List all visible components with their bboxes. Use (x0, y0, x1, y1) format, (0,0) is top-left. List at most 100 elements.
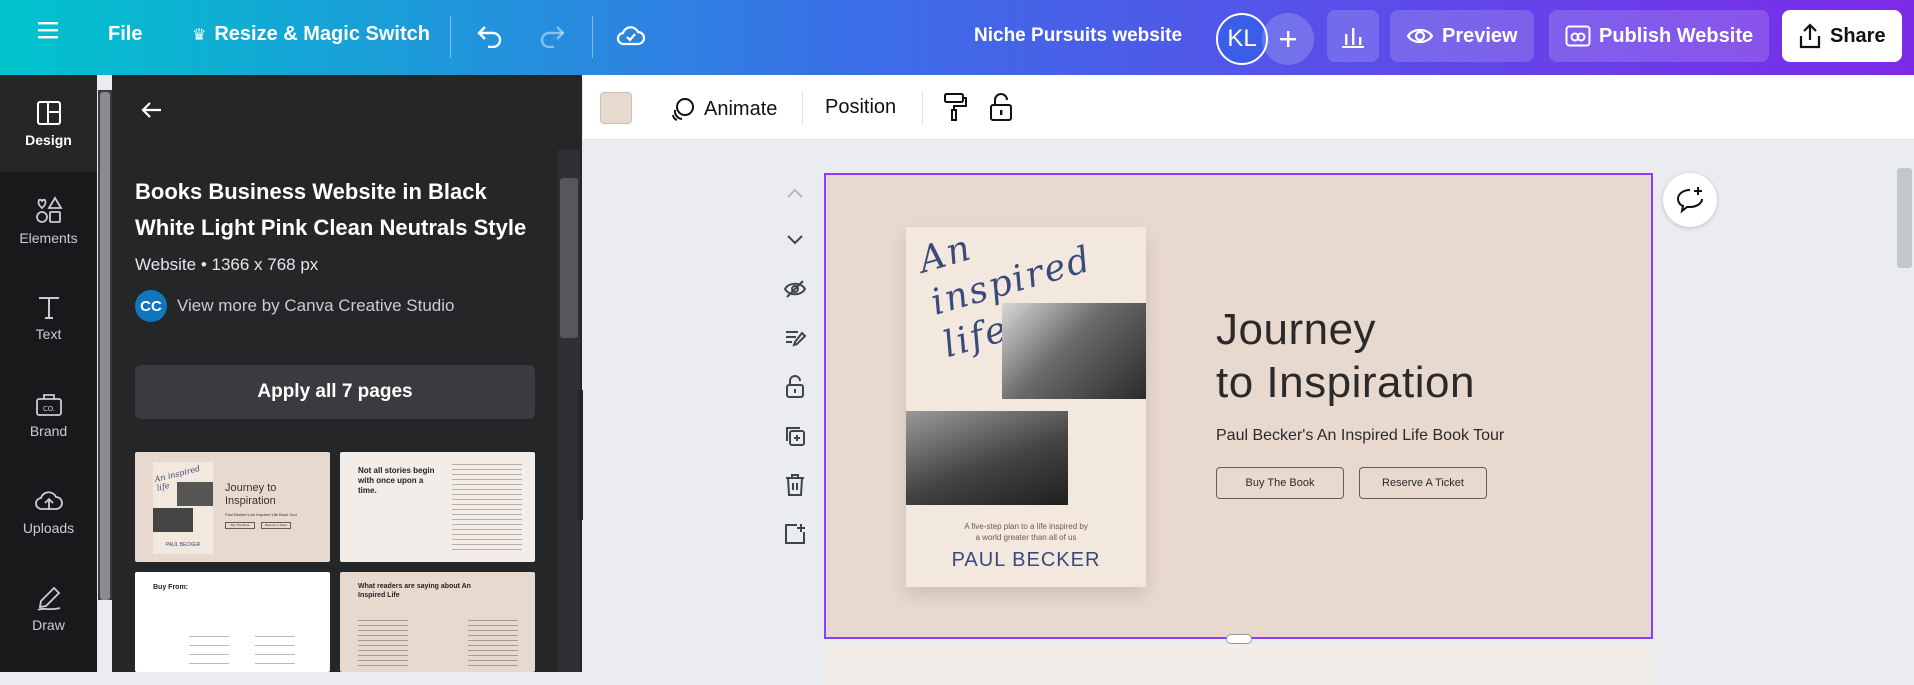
copy-style-button[interactable] (942, 92, 968, 122)
thumb-title: Journey to Inspiration (225, 482, 277, 507)
paint-roller-icon (944, 93, 967, 121)
add-collaborator-button[interactable] (1262, 13, 1314, 65)
duplicate-icon (786, 427, 805, 446)
portrait-photo-woman[interactable] (1002, 303, 1146, 399)
rail-scrollbar-thumb[interactable] (100, 92, 110, 600)
design-page-next[interactable] (824, 645, 1653, 685)
book-author: PAUL BECKER (951, 549, 1101, 571)
lock-page-button[interactable] (780, 372, 810, 402)
position-label: Position (825, 96, 897, 118)
move-page-down-button[interactable] (780, 225, 810, 255)
undo-button[interactable] (476, 22, 504, 48)
hero-subtitle[interactable]: Paul Becker's An Inspired Life Book Tour (1216, 427, 1504, 445)
template-thumb-page-3[interactable]: Buy From: (135, 572, 330, 672)
menu-icon[interactable] (38, 20, 60, 40)
buy-book-button[interactable]: Buy The Book (1216, 467, 1344, 499)
rail-label: Draw (32, 616, 65, 633)
thumb-title: Buy From: (153, 584, 188, 591)
resize-button[interactable]: ♛ Resize & Magic Switch (192, 23, 430, 46)
divider (922, 92, 923, 124)
rail-label: Text (35, 325, 62, 342)
thumb-list (255, 636, 295, 672)
animate-label: Animate (704, 97, 778, 120)
design-page[interactable]: An inspired life A five-step plan to a l… (824, 173, 1653, 639)
reserve-ticket-button[interactable]: Reserve A Ticket (1359, 467, 1487, 499)
rail-item-text[interactable]: Text (0, 269, 97, 366)
preview-label: Preview (1442, 24, 1518, 47)
hero-title-line: to Inspiration (1216, 358, 1475, 407)
pen-draw-icon (37, 586, 60, 611)
lock-button[interactable] (988, 92, 1014, 122)
chevron-down-icon (787, 235, 803, 245)
canvas-scrollbar-thumb[interactable] (1897, 168, 1912, 268)
add-notes-button[interactable] (780, 323, 810, 353)
author-link[interactable]: CC View more by Canva Creative Studio (135, 290, 455, 322)
rail-item-draw[interactable]: Draw (0, 560, 97, 657)
portrait-photo-man[interactable] (906, 411, 1068, 505)
animate-button[interactable]: Animate (670, 96, 777, 122)
top-bar: File ♛ Resize & Magic Switch Niche Pursu… (0, 0, 1914, 75)
avatar[interactable]: KL (1216, 13, 1268, 65)
cloud-upload-icon (34, 490, 63, 510)
unlock-icon (786, 375, 804, 398)
file-menu[interactable]: File (108, 23, 142, 46)
book-cover[interactable]: An inspired life A five-step plan to a l… (906, 227, 1146, 587)
cloud-saved-button[interactable] (616, 22, 646, 48)
book-tagline: A five-step plan to a life inspired by a… (906, 521, 1146, 543)
rail-item-uploads[interactable]: Uploads (0, 463, 97, 560)
svg-text:CO.: CO. (42, 405, 54, 413)
preview-button[interactable]: Preview (1390, 10, 1534, 62)
cloud-check-icon (616, 26, 646, 46)
unlock-icon (990, 93, 1012, 121)
background-color-swatch[interactable] (600, 92, 632, 124)
page-resize-handle[interactable] (1226, 634, 1252, 644)
thumb-button: Reserve A Ticket (261, 522, 291, 529)
add-page-button[interactable] (780, 519, 810, 549)
template-title: Books Business Website in Black White Li… (135, 179, 527, 240)
delete-page-button[interactable] (780, 470, 810, 500)
panel-scrollbar-thumb[interactable] (560, 178, 578, 338)
shapes-icon (35, 195, 63, 223)
link-window-icon (1565, 25, 1591, 47)
hide-page-button[interactable] (780, 274, 810, 304)
undo-icon (477, 26, 502, 48)
hero-title[interactable]: Journey to Inspiration (1216, 303, 1475, 409)
rail-item-design[interactable]: Design (0, 75, 97, 172)
chevron-up-icon (787, 188, 803, 198)
thumb-author: PAUL BECKER (165, 542, 201, 548)
share-button[interactable]: Share (1782, 10, 1902, 62)
thumb-review (468, 620, 518, 666)
brand-kit-icon: CO. (35, 393, 62, 416)
eye-icon (1406, 28, 1434, 44)
rail-label: Elements (19, 229, 78, 246)
divider (592, 16, 593, 58)
eye-slash-icon (783, 280, 807, 298)
add-page-icon (785, 524, 805, 544)
rail-label: Uploads (22, 519, 75, 536)
move-page-up-button[interactable] (780, 178, 810, 208)
template-thumb-page-4[interactable]: What readers are saying about An Inspire… (340, 572, 535, 672)
publish-label: Publish Website (1599, 24, 1754, 47)
document-title-text: Niche Pursuits website (974, 25, 1183, 46)
insights-button[interactable] (1327, 10, 1379, 62)
rail-item-brand[interactable]: CO. Brand (0, 366, 97, 463)
template-thumb-page-2[interactable]: Not all stories begin with once upon a t… (340, 452, 535, 562)
book-tagline-line: a world greater than all of us (975, 533, 1077, 542)
comment-plus-icon (1676, 187, 1703, 214)
redo-button[interactable] (538, 22, 566, 48)
thumb-subtitle: Paul Becker's An Inspired Life Book Tour (225, 512, 298, 517)
add-comment-button[interactable] (1663, 173, 1717, 227)
book-tagline-line: A five-step plan to a life inspired by (964, 522, 1088, 531)
rail-label: Brand (29, 422, 68, 439)
document-title[interactable]: Niche Pursuits website (974, 25, 1182, 47)
position-button[interactable]: Position (825, 96, 896, 119)
rail-item-elements[interactable]: Elements (0, 172, 97, 269)
thumb-title: Not all stories begin with once upon a t… (358, 466, 435, 495)
thumb-review (358, 620, 408, 666)
author-link-text: View more by Canva Creative Studio (177, 296, 455, 315)
duplicate-page-button[interactable] (780, 421, 810, 451)
back-button[interactable] (140, 98, 164, 127)
publish-website-button[interactable]: Publish Website (1549, 10, 1770, 62)
apply-all-pages-button[interactable]: Apply all 7 pages (135, 365, 535, 419)
template-thumb-page-1[interactable]: An inspired life PAUL BECKER Journey to … (135, 452, 330, 562)
